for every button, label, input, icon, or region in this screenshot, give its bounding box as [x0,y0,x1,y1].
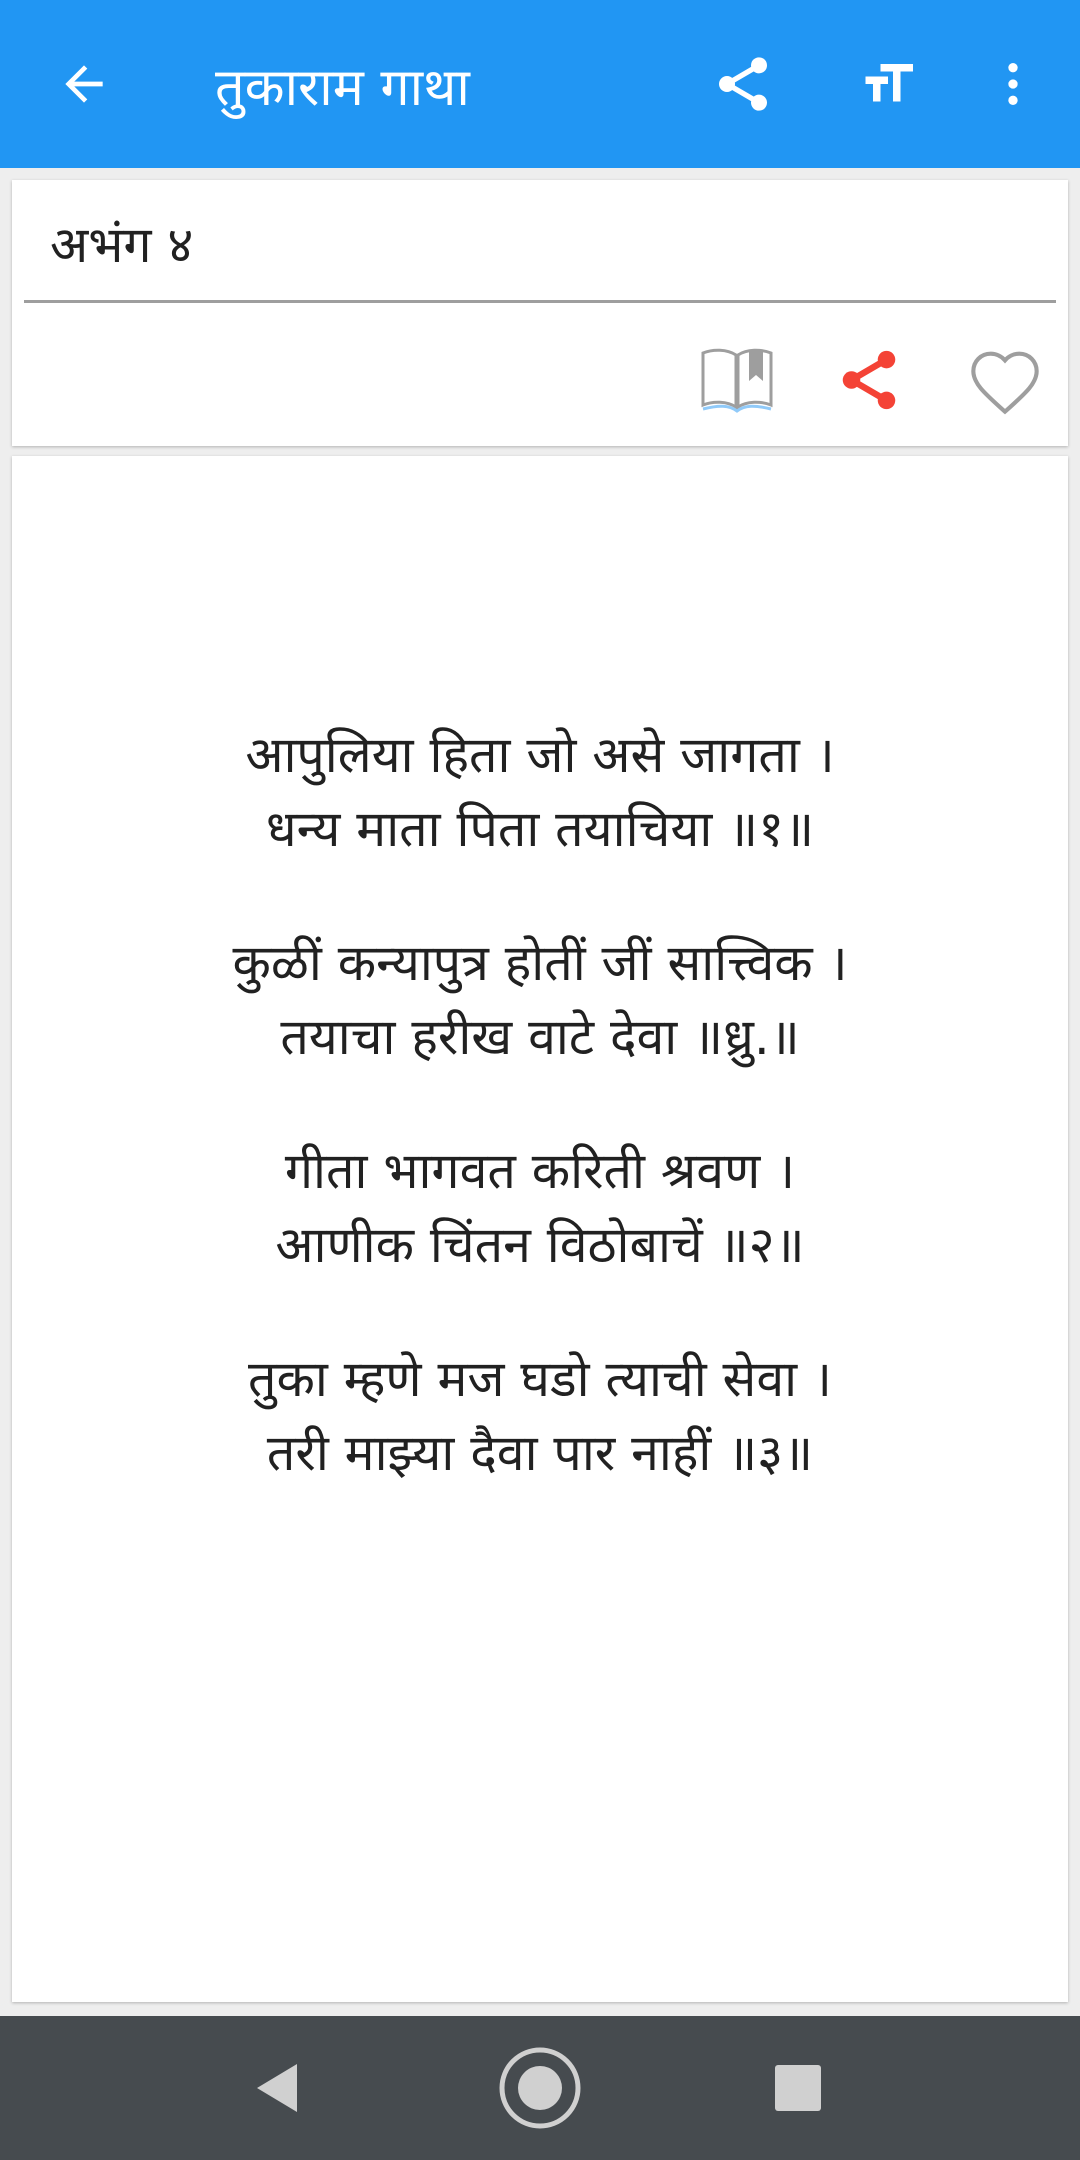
text-size-button[interactable] [848,44,928,124]
stanza: तुका म्हणे मज घडो त्याची सेवा । तरी माझ्… [12,1342,1068,1490]
verse-line: धन्य माता पिता तयाचिया ॥१॥ [265,800,815,858]
bookmark-button[interactable] [682,330,792,430]
stanza: गीता भागवत करिती श्रवण । आणीक चिंतन विठो… [12,1134,1068,1282]
app-bar: तुकाराम गाथा [0,0,1080,168]
nav-back-button[interactable] [226,2038,326,2138]
divider [24,300,1056,303]
nav-back-icon [257,2064,297,2112]
share-abhang-button[interactable] [814,330,924,430]
abhang-header-card: अभंग ४ [12,180,1068,446]
verse-line: कुळीं कन्यापुत्र होतीं जीं सात्त्विक । [232,934,848,992]
abhang-body-card: आपुलिया हिता जो असे जागता । धन्य माता पि… [12,456,1068,2002]
share-icon [719,57,767,111]
more-options-button[interactable] [973,44,1053,124]
system-navigation-bar [0,2016,1080,2160]
nav-home-button[interactable] [490,2038,590,2138]
verses: आपुलिया हिता जो असे जागता । धन्य माता पि… [12,718,1068,1550]
abhang-title: अभंग ४ [50,216,194,274]
text-size-icon [865,64,913,102]
stanza: आपुलिया हिता जो असे जागता । धन्य माता पि… [12,718,1068,866]
back-button[interactable] [44,44,124,124]
stanza: कुळीं कन्यापुत्र होतीं जीं सात्त्विक । त… [12,926,1068,1074]
app-title: तुकाराम गाथा [215,58,470,118]
back-arrow-icon [65,65,103,103]
heart-icon [971,351,1039,415]
share-icon [842,350,896,410]
verse-line: आपुलिया हिता जो असे जागता । [245,726,835,784]
verse-line: तरी माझ्या दैवा पार नाहीं ॥३॥ [266,1424,814,1482]
book-bookmark-icon [701,348,773,413]
verse-line: गीता भागवत करिती श्रवण । [284,1142,796,1200]
verse-line: तुका म्हणे मज घडो त्याची सेवा । [248,1350,832,1408]
nav-home-icon [499,2047,581,2129]
share-button[interactable] [703,44,783,124]
more-vert-icon [1008,63,1018,105]
nav-recents-button[interactable] [748,2038,848,2138]
verse-line: तयाचा हरीख वाटे देवा ॥ध्रु.॥ [280,1008,800,1066]
verse-line: आणीक चिंतन विठोबाचें ॥२॥ [275,1216,805,1274]
favorite-button[interactable] [950,330,1060,430]
nav-recents-icon [775,2065,821,2111]
